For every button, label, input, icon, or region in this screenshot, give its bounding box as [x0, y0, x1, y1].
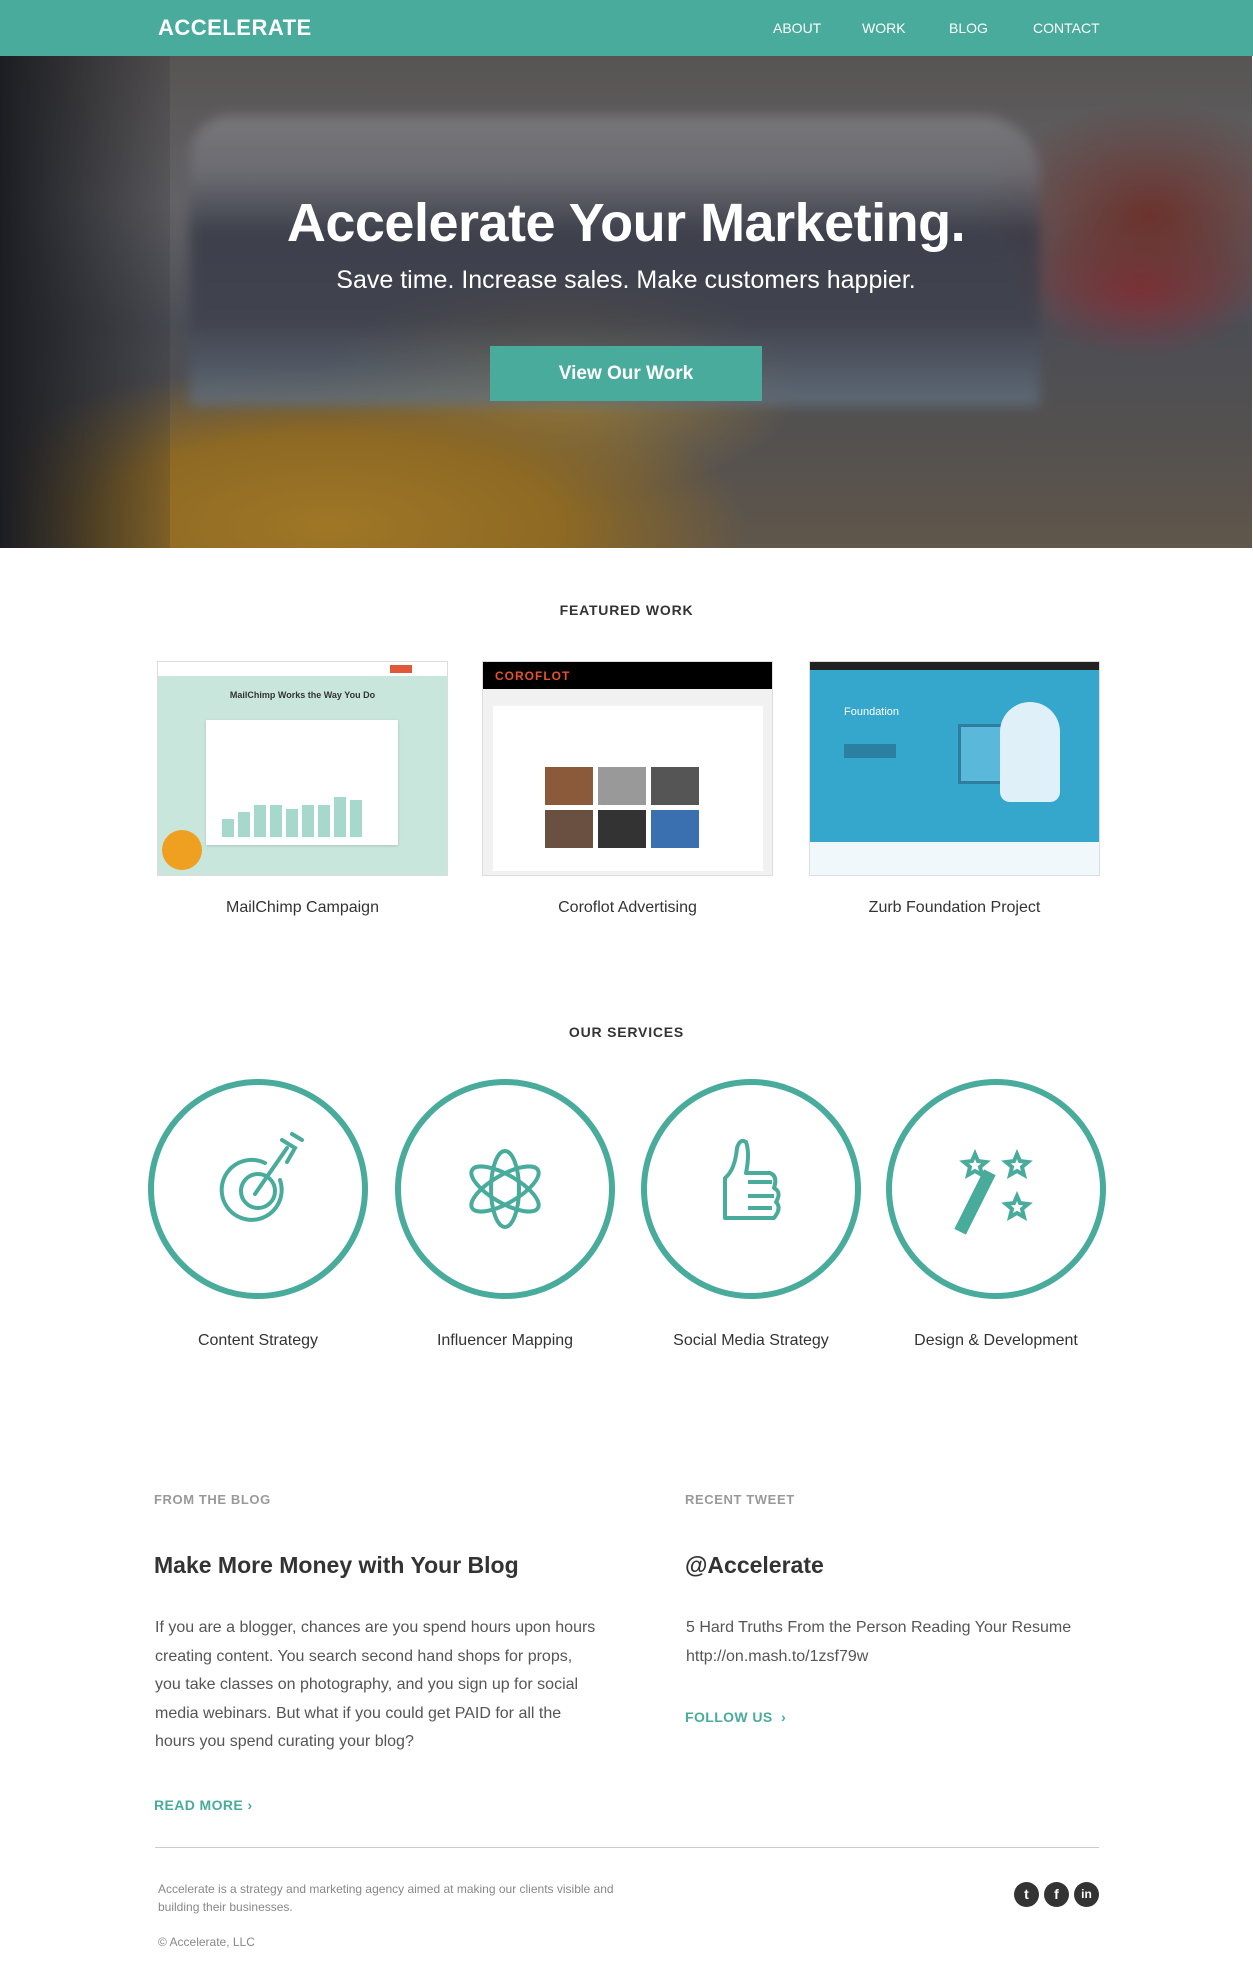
linkedin-icon[interactable]: in [1074, 1882, 1099, 1907]
mock-button [844, 744, 896, 758]
copyright: © Accelerate, LLC [158, 1935, 255, 1949]
nav-contact[interactable]: CONTACT [1033, 20, 1100, 36]
thumb-text: MailChimp Works the Way You Do [229, 690, 376, 700]
target-arrow-icon [148, 1079, 368, 1299]
atom-icon [395, 1079, 615, 1299]
nav-blog[interactable]: BLOG [949, 20, 988, 36]
service-label: Social Media Strategy [673, 1332, 829, 1349]
magic-wand-icon [886, 1079, 1106, 1299]
featured-caption[interactable]: MailChimp Campaign [157, 899, 448, 917]
nav-about[interactable]: ABOUT [773, 20, 821, 36]
service-label: Content Strategy [197, 1332, 319, 1349]
hero-banner: Accelerate Your Marketing. Save time. In… [0, 56, 1252, 548]
mock-navbar [810, 662, 1099, 670]
blog-kicker: FROM THE BLOG [154, 1492, 271, 1507]
footer-about: Accelerate is a strategy and marketing a… [158, 1882, 614, 1914]
tweet-content: 5 Hard Truths From the Person Reading Yo… [686, 1619, 1072, 1636]
read-more-link[interactable]: READ MORE › [154, 1797, 253, 1813]
tweet-text: 5 Hard Truths From the Person Reading Yo… [686, 1614, 1106, 1671]
foundation-thumbnail[interactable]: Foundation [809, 661, 1100, 876]
top-nav: ACCELERATE ABOUT WORK BLOG CONTACT [0, 0, 1253, 56]
twitter-icon[interactable]: t [1014, 1882, 1039, 1907]
blog-excerpt: If you are a blogger, chances are you sp… [155, 1619, 596, 1750]
blog-title[interactable]: Make More Money with Your Blog [154, 1552, 519, 1579]
mock-image-grid [545, 767, 699, 848]
orange-image [162, 830, 202, 870]
tweet-handle[interactable]: @Accelerate [685, 1552, 824, 1579]
service-label: Influencer Mapping [436, 1332, 574, 1349]
nav-work[interactable]: WORK [862, 20, 906, 36]
thumb-text: Foundation [844, 706, 900, 718]
facebook-icon[interactable]: f [1044, 1882, 1069, 1907]
thumb-text: COROFLOT [495, 669, 571, 683]
footer-divider [155, 1847, 1099, 1848]
hero-overlay [0, 56, 1252, 548]
hero-title: Accelerate Your Marketing. [286, 193, 966, 253]
thumbs-up-icon [641, 1079, 861, 1299]
mailchimp-thumbnail[interactable]: MailChimp Works the Way You Do [157, 661, 448, 876]
coroflot-thumbnail[interactable]: COROFLOT [482, 661, 773, 876]
yeti-mascot [1000, 702, 1060, 802]
tweet-kicker: RECENT TWEET [685, 1492, 795, 1507]
mock-footer [810, 842, 1099, 875]
mock-button [390, 665, 412, 673]
view-our-work-button[interactable]: View Our Work [490, 346, 762, 401]
featured-caption[interactable]: Coroflot Advertising [482, 899, 773, 917]
our-services-heading: OUR SERVICES [568, 1024, 685, 1040]
follow-us-link[interactable]: FOLLOW US › [685, 1709, 786, 1725]
mock-bar-chart [222, 797, 362, 837]
tweet-url[interactable]: http://on.mash.to/1zsf79w [686, 1648, 868, 1665]
featured-work-heading: FEATURED WORK [559, 602, 694, 618]
hero-subtitle: Save time. Increase sales. Make customer… [336, 266, 916, 294]
service-label: Design & Development [914, 1332, 1078, 1349]
featured-caption[interactable]: Zurb Foundation Project [809, 899, 1100, 917]
logo[interactable]: ACCELERATE [158, 15, 312, 41]
